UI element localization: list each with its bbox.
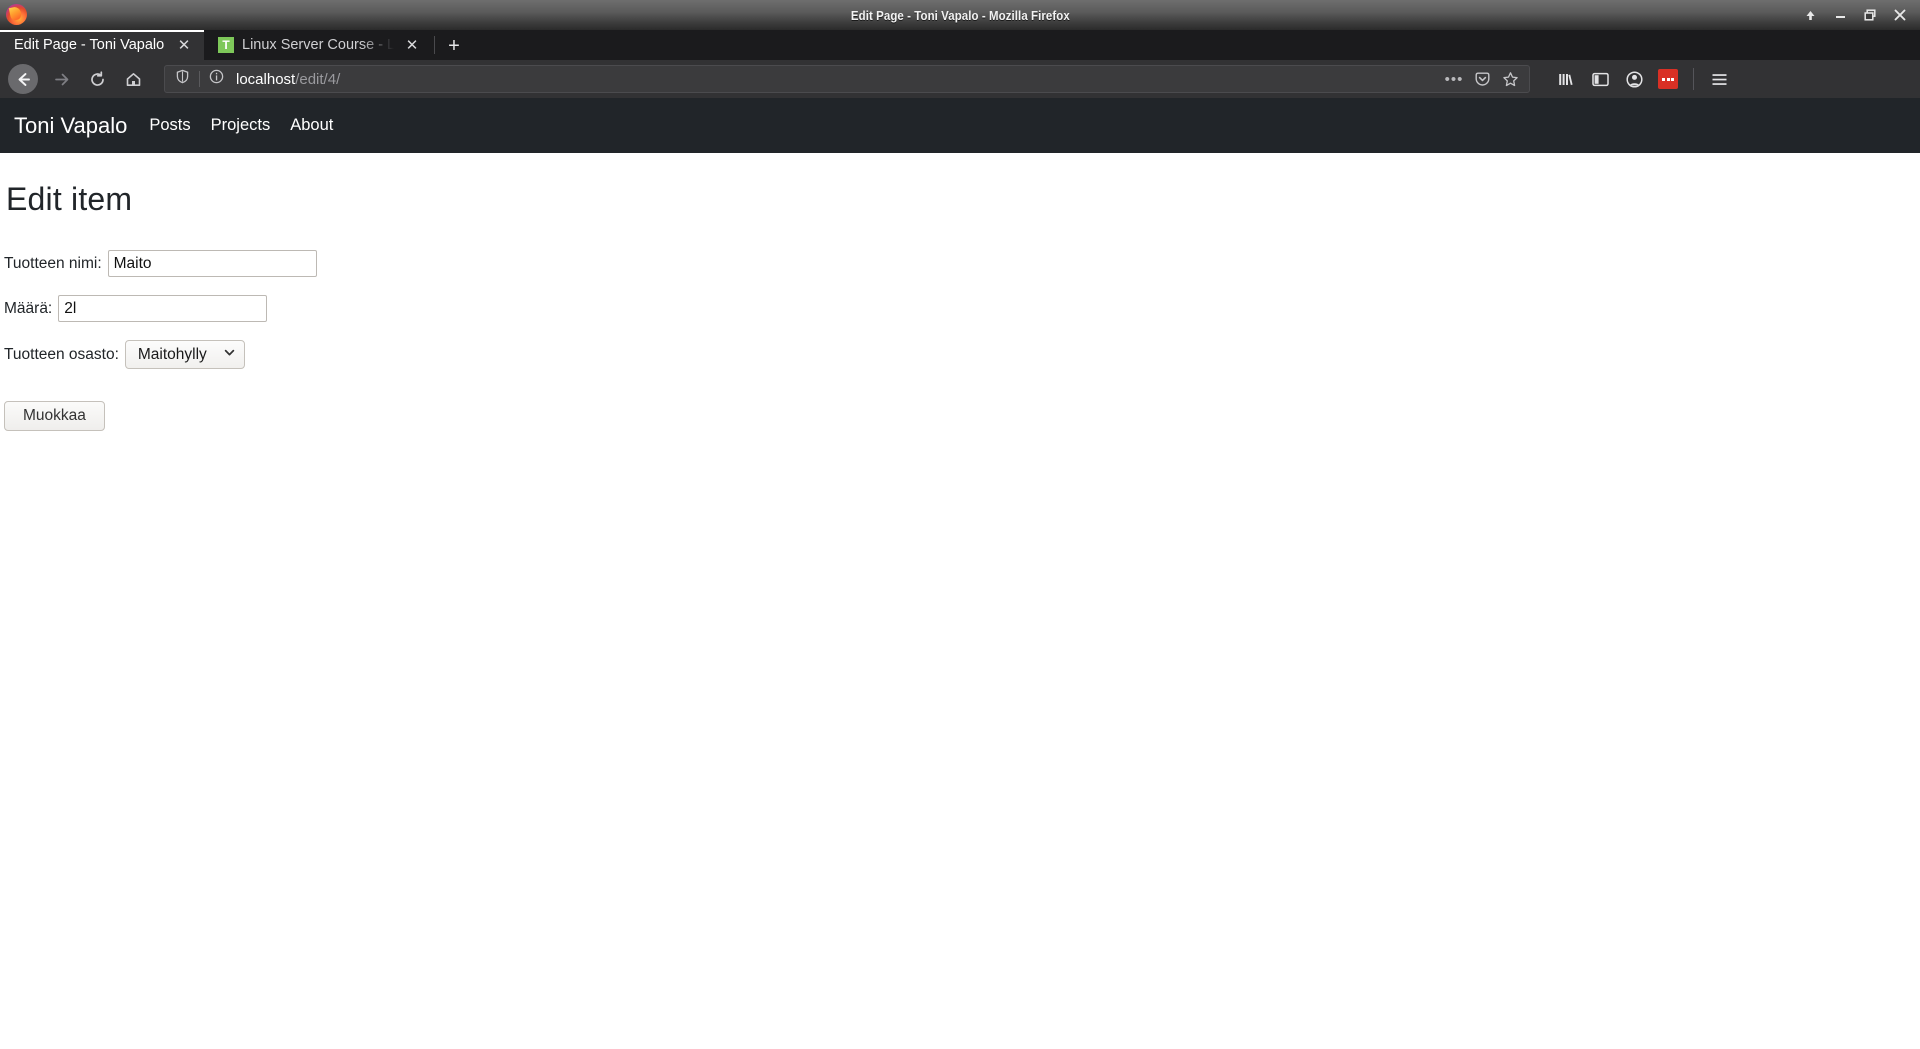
department-select[interactable]: Maitohylly bbox=[124, 340, 245, 369]
window-close-button[interactable] bbox=[1886, 3, 1914, 27]
department-label: Tuotteen osasto: bbox=[4, 345, 119, 363]
tab-close-icon[interactable]: ✕ bbox=[402, 35, 422, 55]
library-icon[interactable] bbox=[1550, 64, 1582, 94]
page-actions-icon[interactable]: ••• bbox=[1441, 66, 1467, 92]
window-minimize-button[interactable] bbox=[1826, 3, 1854, 27]
identity-divider bbox=[199, 71, 200, 87]
tab-favicon-icon: T bbox=[218, 37, 234, 53]
product-name-label: Tuotteen nimi: bbox=[4, 254, 102, 272]
sidebar-icon[interactable] bbox=[1584, 64, 1616, 94]
form-row-amount: Määrä: bbox=[4, 295, 1916, 322]
page-viewport: Toni Vapalo Posts Projects About Edit it… bbox=[0, 98, 1920, 1038]
info-icon[interactable] bbox=[209, 69, 224, 89]
window-titlebar: Edit Page - Toni Vapalo - Mozilla Firefo… bbox=[0, 0, 1920, 30]
window-restore-button[interactable] bbox=[1856, 3, 1884, 27]
sidebar-item-about[interactable]: About bbox=[280, 112, 343, 139]
edit-item-form: Tuotteen nimi: Määrä: Tuotteen osasto: M… bbox=[4, 250, 1916, 431]
page-content: Edit item Tuotteen nimi: Määrä: Tuotteen… bbox=[0, 181, 1920, 431]
url-host: localhost bbox=[236, 70, 296, 88]
form-row-department: Tuotteen osasto: Maitohylly bbox=[4, 340, 1916, 369]
submit-edit-button[interactable]: Muokkaa bbox=[4, 401, 105, 431]
lastpass-extension-icon[interactable] bbox=[1652, 64, 1684, 94]
forward-arrow-icon[interactable] bbox=[44, 64, 78, 94]
sidebar-item-projects[interactable]: Projects bbox=[201, 112, 281, 139]
site-identity-block[interactable] bbox=[171, 69, 230, 89]
window-title: Edit Page - Toni Vapalo - Mozilla Firefo… bbox=[850, 7, 1070, 23]
url-path: /edit/4/ bbox=[295, 70, 341, 88]
toolbar-divider bbox=[1693, 68, 1694, 90]
browser-toolbar-right bbox=[1540, 64, 1735, 94]
browser-tab-2[interactable]: T Linux Server Course - Linux ✕ bbox=[204, 30, 432, 60]
amount-input[interactable] bbox=[58, 295, 268, 322]
form-row-product-name: Tuotteen nimi: bbox=[4, 250, 1916, 277]
account-icon[interactable] bbox=[1618, 64, 1650, 94]
browser-navigation-toolbar: localhost/edit/4/ ••• bbox=[0, 60, 1920, 98]
tab-title: Linux Server Course - Linux bbox=[242, 37, 394, 53]
product-name-input[interactable] bbox=[107, 250, 317, 277]
reload-icon[interactable] bbox=[80, 64, 114, 94]
url-bar[interactable]: localhost/edit/4/ ••• bbox=[164, 65, 1530, 93]
pocket-icon[interactable] bbox=[1469, 66, 1495, 92]
star-icon[interactable] bbox=[1497, 66, 1523, 92]
browser-tabstrip: Edit Page - Toni Vapalo ✕ T Linux Server… bbox=[0, 30, 1920, 60]
window-rollup-button[interactable] bbox=[1796, 3, 1824, 27]
amount-label: Määrä: bbox=[4, 299, 53, 317]
firefox-logo-icon bbox=[4, 2, 28, 26]
tab-title: Edit Page - Toni Vapalo bbox=[14, 37, 165, 53]
tab-divider bbox=[434, 36, 435, 54]
url-text[interactable]: localhost/edit/4/ bbox=[230, 71, 1441, 88]
chevron-down-icon bbox=[223, 346, 236, 364]
department-select-value: Maitohylly bbox=[137, 345, 207, 363]
site-navbar: Toni Vapalo Posts Projects About bbox=[0, 98, 1920, 153]
shield-icon[interactable] bbox=[175, 69, 190, 89]
home-icon[interactable] bbox=[116, 64, 150, 94]
back-arrow-icon[interactable] bbox=[8, 64, 38, 94]
hamburger-menu-icon[interactable] bbox=[1703, 64, 1735, 94]
tab-close-icon[interactable]: ✕ bbox=[174, 35, 194, 55]
site-brand-link[interactable]: Toni Vapalo bbox=[10, 113, 139, 139]
page-title: Edit item bbox=[6, 181, 133, 217]
url-action-buttons: ••• bbox=[1441, 66, 1523, 92]
sidebar-item-posts[interactable]: Posts bbox=[139, 112, 200, 139]
new-tab-button[interactable]: + bbox=[437, 32, 471, 60]
window-controls bbox=[1796, 0, 1920, 30]
browser-tab-1[interactable]: Edit Page - Toni Vapalo ✕ bbox=[0, 30, 204, 60]
